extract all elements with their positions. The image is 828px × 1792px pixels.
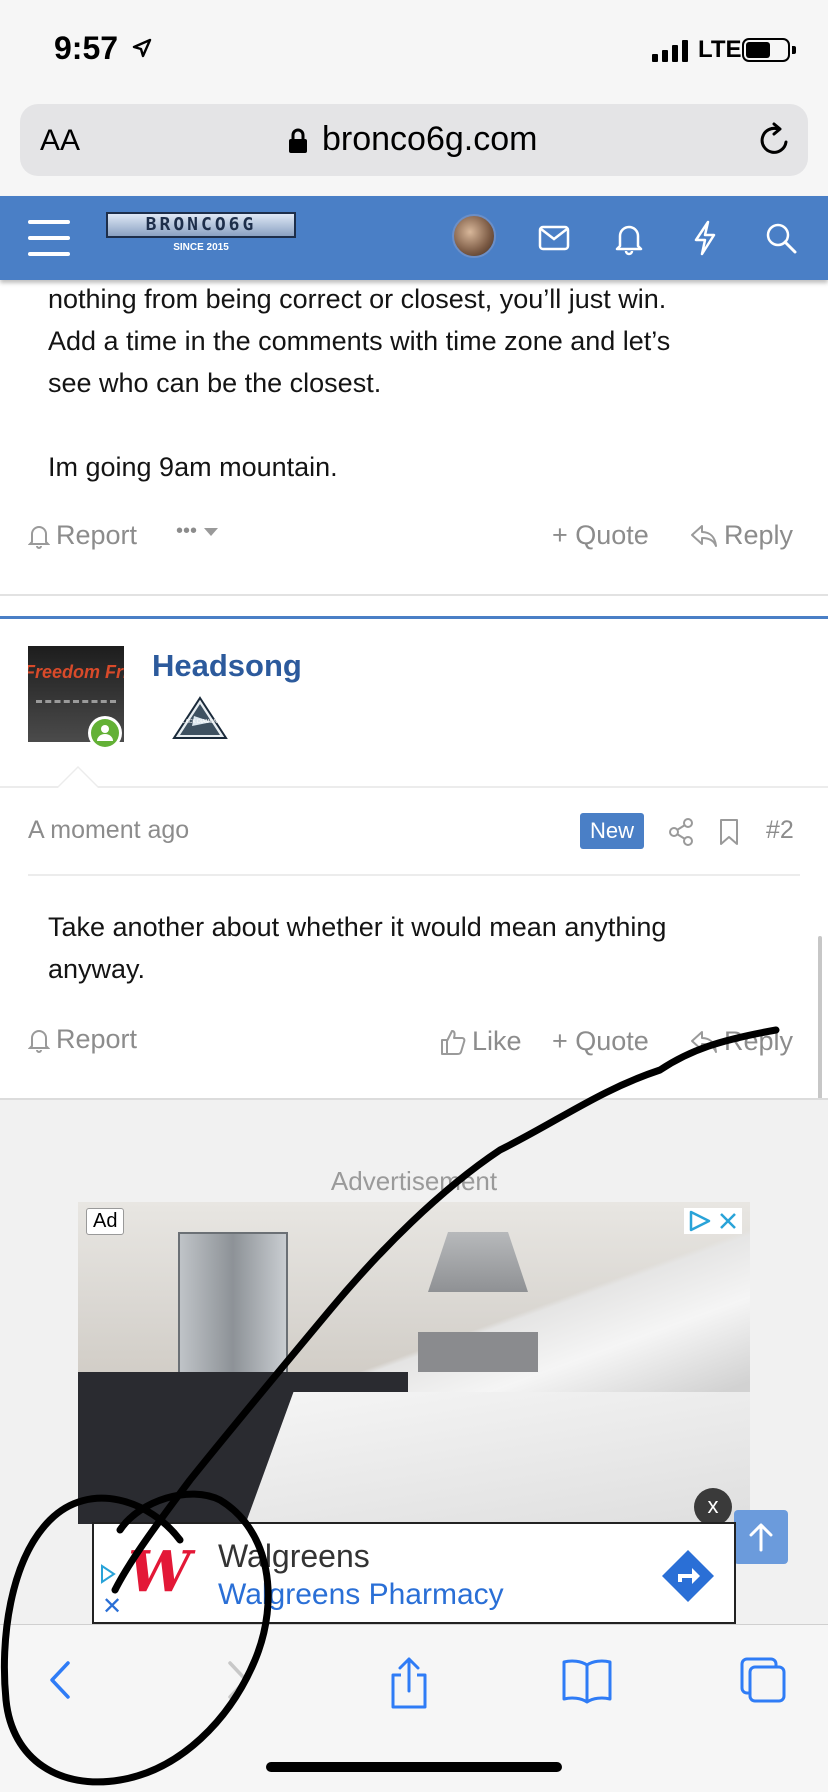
online-status-icon [88, 716, 122, 750]
reply-icon [691, 1030, 717, 1053]
quote-label: + Quote [552, 520, 649, 550]
post-number[interactable]: #2 [766, 816, 794, 845]
more-options-button[interactable]: ••• [176, 520, 219, 543]
close-icon[interactable]: ✕ [102, 1592, 122, 1621]
battery-tip [792, 46, 796, 54]
text-size-button[interactable]: AA [40, 124, 80, 158]
ad-subtitle: Walgreens Pharmacy [218, 1578, 504, 1611]
signal-icon [652, 38, 688, 62]
logo-since: SINCE 2015 [173, 242, 229, 253]
black-diamond-badge-icon: BLACK DIAMOND [172, 696, 228, 739]
share-icon[interactable] [668, 818, 694, 846]
location-arrow-icon [132, 38, 152, 58]
post2-line: anyway. [48, 954, 146, 984]
reload-icon[interactable] [758, 122, 792, 158]
reply-button[interactable]: Reply [690, 520, 793, 551]
walgreens-logo: W [128, 1539, 191, 1605]
adchoices-icon[interactable] [684, 1208, 742, 1234]
close-icon [720, 1213, 736, 1229]
caret-down-icon [204, 527, 219, 536]
post-author-name[interactable]: Headsong [152, 648, 302, 684]
bell-icon[interactable] [614, 220, 644, 256]
ad-tag: Ad [86, 1208, 125, 1235]
directions-icon[interactable] [660, 1548, 716, 1604]
ad-counter [242, 1392, 750, 1524]
browser-address-area: AA bronco6g.com [0, 96, 828, 196]
forward-icon[interactable] [218, 1655, 258, 1705]
ad-close-button[interactable]: x [694, 1488, 732, 1526]
bell-icon [28, 525, 50, 549]
search-icon[interactable] [764, 220, 798, 256]
reply-label: Reply [724, 520, 794, 550]
post1-line: Im going 9am mountain. [48, 452, 338, 482]
tabs-icon[interactable] [738, 1655, 788, 1705]
bell-icon [28, 1029, 50, 1053]
walgreens-banner-ad[interactable]: ✕ W Walgreens Walgreens Pharmacy [92, 1522, 736, 1624]
thumbs-up-icon [441, 1029, 466, 1055]
more-label: ••• [176, 520, 198, 542]
userbox-divider [0, 786, 828, 788]
report-button[interactable]: Report [28, 520, 137, 551]
ad-stove [418, 1332, 538, 1372]
share-icon[interactable] [384, 1655, 434, 1711]
report-label: Report [56, 1024, 138, 1054]
meta-divider [28, 874, 800, 876]
bolt-icon[interactable] [692, 220, 718, 256]
reply-button[interactable]: Reply [690, 1026, 793, 1057]
new-badge: New [580, 813, 644, 849]
scroll-to-top-button[interactable] [734, 1510, 788, 1564]
post-gap [0, 596, 828, 616]
like-label: Like [472, 1026, 522, 1056]
adchoices-icon[interactable] [100, 1564, 116, 1584]
mail-icon[interactable] [538, 220, 570, 256]
post1-line: Add a time in the comments with time zon… [48, 326, 671, 356]
post-time[interactable]: A moment ago [28, 816, 189, 845]
bookmarks-icon[interactable] [560, 1655, 614, 1705]
post1-line: see who can be the closest. [48, 368, 382, 398]
site-header: BRONCO6G SINCE 2015 [0, 196, 828, 280]
post1-actions: Report ••• + Quote Reply [0, 520, 828, 560]
reply-icon [691, 524, 717, 547]
back-icon[interactable] [40, 1655, 80, 1705]
status-bar: 9:57 LTE [0, 0, 828, 96]
avatar-chain [36, 700, 116, 710]
avatar-text: Freedom Frid [28, 662, 124, 682]
post1-line: nothing from being correct or closest, y… [48, 284, 667, 314]
site-logo[interactable]: BRONCO6G SINCE 2015 [106, 212, 296, 268]
lock-icon [289, 128, 307, 153]
user-avatar[interactable] [452, 214, 496, 258]
network-label: LTE [698, 36, 742, 63]
post2-line: Take another about whether it would mean… [48, 912, 667, 942]
address-bar[interactable]: AA bronco6g.com [20, 104, 808, 176]
post2-actions: Report Like + Quote Reply [0, 1024, 828, 1064]
ad-title: Walgreens [218, 1538, 370, 1574]
home-indicator[interactable] [266, 1762, 562, 1772]
logo-text: BRONCO6G [106, 212, 296, 238]
new-post-indicator [0, 616, 828, 619]
url-text[interactable]: bronco6g.com [322, 120, 537, 159]
ad-image-kitchen[interactable]: Ad [78, 1202, 750, 1524]
badge-text: BLACK DIAMOND [179, 719, 221, 725]
like-button[interactable]: Like [440, 1026, 522, 1057]
arrow-up-icon [749, 1523, 773, 1552]
hamburger-menu-icon[interactable] [28, 220, 70, 256]
userbox-arrow-inner [58, 768, 98, 788]
quote-button[interactable]: + Quote [552, 520, 649, 551]
quote-button[interactable]: + Quote [552, 1026, 649, 1057]
report-button[interactable]: Report [28, 1024, 137, 1055]
reply-label: Reply [724, 1026, 794, 1056]
ad-range-hood [428, 1232, 528, 1292]
battery-icon [742, 38, 790, 62]
bookmark-icon[interactable] [718, 818, 740, 846]
status-time: 9:57 [54, 30, 119, 66]
advertisement-label: Advertisement [330, 1166, 498, 1196]
quote-label: + Quote [552, 1026, 649, 1056]
report-label: Report [56, 520, 138, 550]
